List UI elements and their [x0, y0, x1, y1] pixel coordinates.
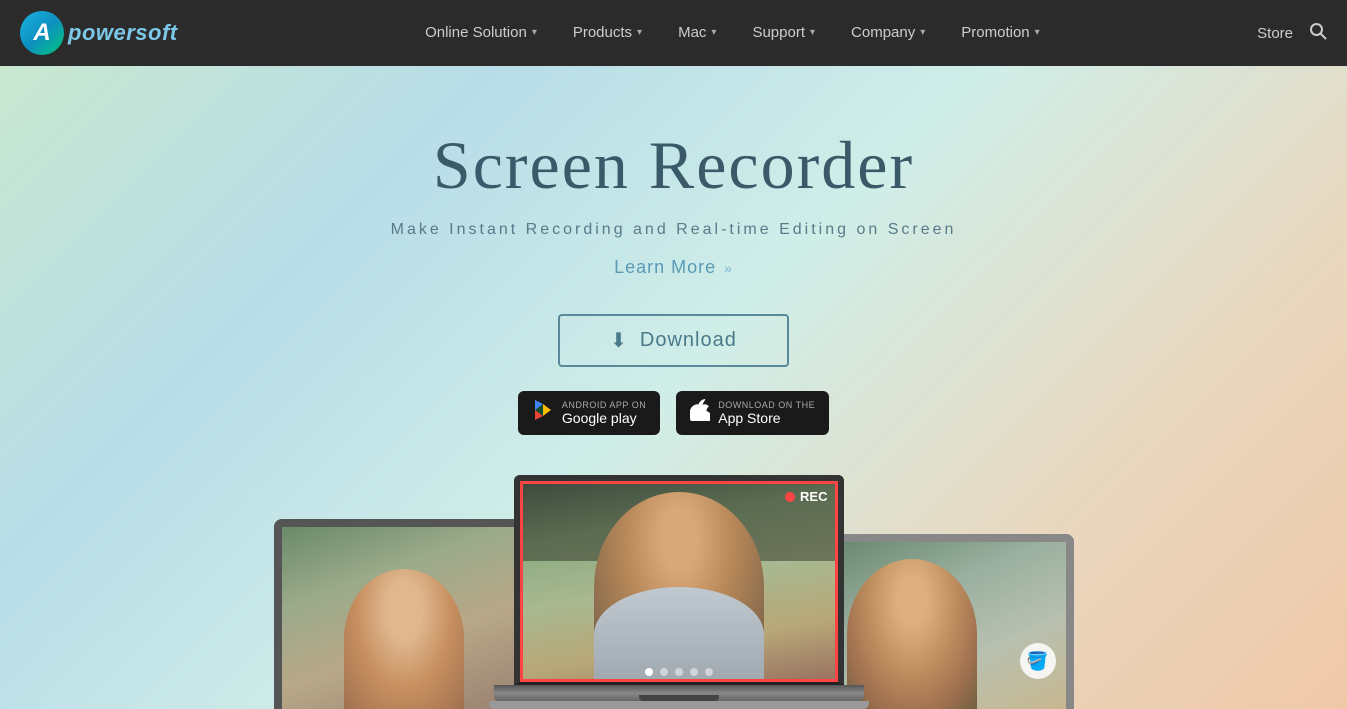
- nav-item-mac[interactable]: Mac ▾: [660, 0, 734, 66]
- carousel-dot-3[interactable]: [675, 668, 683, 676]
- app-store-top-text: Download on the: [718, 400, 815, 410]
- nav-right: Store: [1257, 22, 1327, 45]
- nav-link-support[interactable]: Support ▾: [734, 0, 833, 66]
- nav-link-promotion[interactable]: Promotion ▾: [943, 0, 1057, 66]
- chevron-right-icon: »: [724, 260, 733, 276]
- nav-link-products[interactable]: Products ▾: [555, 0, 660, 66]
- hero-section: Screen Recorder Make Instant Recording a…: [0, 66, 1347, 709]
- devices-section: ▶ REC: [0, 475, 1347, 709]
- nav-link-mac[interactable]: Mac ▾: [660, 0, 734, 66]
- laptop-screen: REC: [514, 475, 844, 685]
- logo-icon: [20, 11, 64, 55]
- left-device-screen: ▶: [282, 527, 526, 709]
- left-device: ▶: [274, 519, 534, 709]
- nav-item-products[interactable]: Products ▾: [555, 0, 660, 66]
- logo-text: powersoft: [68, 20, 178, 46]
- download-button[interactable]: ⬇ Download: [558, 314, 789, 367]
- nav-item-support[interactable]: Support ▾: [734, 0, 833, 66]
- nav-item-promotion[interactable]: Promotion ▾: [943, 0, 1057, 66]
- chevron-down-icon: ▾: [1035, 0, 1040, 66]
- nav-link-company[interactable]: Company ▾: [833, 0, 943, 66]
- nav-menu: Online Solution ▾ Products ▾ Mac ▾ Suppo…: [208, 0, 1258, 66]
- page-title: Screen Recorder: [433, 126, 914, 205]
- learn-more-link[interactable]: Learn More »: [614, 257, 733, 278]
- right-device-screen: 🪣: [837, 542, 1066, 709]
- rec-dot: [785, 492, 795, 502]
- carousel-dot-2[interactable]: [660, 668, 668, 676]
- search-button[interactable]: [1309, 22, 1327, 45]
- store-badges: ANDROID APP ON Google play Download on t…: [518, 391, 829, 435]
- logo[interactable]: powersoft: [20, 11, 178, 55]
- portrait-figure-center: [594, 492, 764, 682]
- edit-icon-area: 🪣: [1020, 643, 1056, 679]
- carousel-dot-1[interactable]: [645, 668, 653, 676]
- recording-indicator: REC: [785, 489, 827, 504]
- carousel-dots: [645, 668, 713, 676]
- chevron-down-icon: ▾: [810, 0, 815, 66]
- right-device: 🪣: [829, 534, 1074, 709]
- portrait-figure-left: [344, 569, 464, 709]
- hero-subtitle: Make Instant Recording and Real-time Edi…: [391, 221, 957, 239]
- carousel-dot-4[interactable]: [690, 668, 698, 676]
- portrait-figure-right: [847, 559, 977, 709]
- chevron-down-icon: ▾: [532, 0, 537, 66]
- nav-item-online-solution[interactable]: Online Solution ▾: [407, 0, 555, 66]
- store-link[interactable]: Store: [1257, 25, 1293, 42]
- edit-bucket-icon: 🪣: [1020, 643, 1056, 679]
- chevron-down-icon: ▾: [711, 0, 716, 66]
- google-play-badge[interactable]: ANDROID APP ON Google play: [518, 391, 660, 435]
- nav-item-company[interactable]: Company ▾: [833, 0, 943, 66]
- center-laptop: REC: [514, 475, 844, 709]
- google-play-icon: [532, 399, 554, 427]
- app-store-badge[interactable]: Download on the App Store: [676, 391, 829, 435]
- chevron-down-icon: ▾: [637, 0, 642, 66]
- navbar: powersoft Online Solution ▾ Products ▾ M…: [0, 0, 1347, 66]
- download-icon: ⬇: [610, 328, 628, 353]
- nav-link-online-solution[interactable]: Online Solution ▾: [407, 0, 555, 66]
- laptop-screen-inner: REC: [520, 481, 838, 682]
- app-store-bottom-text: App Store: [718, 410, 815, 426]
- search-icon: [1309, 22, 1327, 40]
- apple-icon: [690, 399, 710, 427]
- carousel-dot-5[interactable]: [705, 668, 713, 676]
- laptop-base: [494, 685, 864, 701]
- google-play-bottom-text: Google play: [562, 410, 646, 426]
- google-play-top-text: ANDROID APP ON: [562, 400, 646, 410]
- chevron-down-icon: ▾: [920, 0, 925, 66]
- laptop-bottom: [489, 701, 869, 709]
